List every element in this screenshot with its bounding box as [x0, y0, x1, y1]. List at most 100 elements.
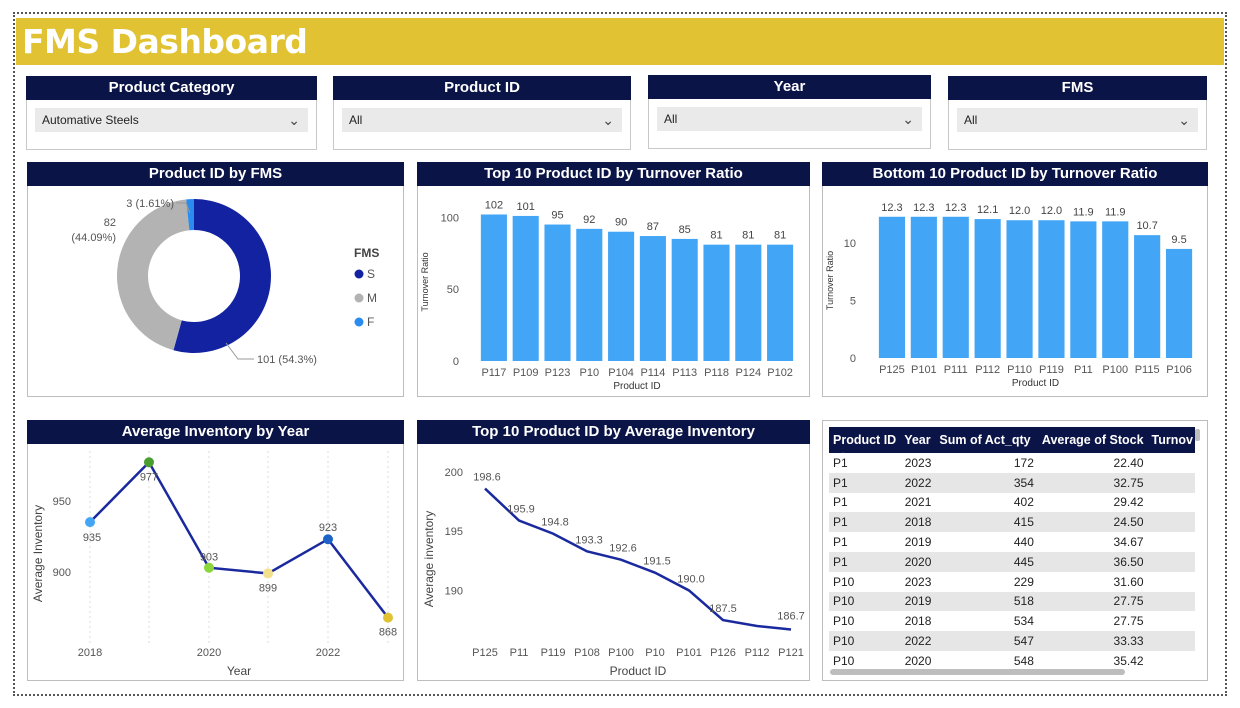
table-row[interactable]: P10 2019 518 27.75 [829, 591, 1195, 612]
y-tick-label: 195 [445, 526, 463, 538]
column-header-sum-act-qty[interactable]: Sum of Act_qty [935, 427, 1038, 453]
cell-turnover [1148, 532, 1195, 552]
data-point [263, 568, 273, 579]
avg-inventory-year-chart[interactable]: 900 950 Average Inventory 935 977 903 899 923 86… [28, 421, 403, 680]
bar-p104 [608, 231, 635, 361]
cell-average-stock: 32.75 [1037, 472, 1148, 493]
table-row[interactable]: P1 2018 415 24.50 [829, 512, 1195, 533]
bar-p115 [1134, 235, 1161, 358]
product-category-dropdown[interactable]: Automative Steels ⌄ [35, 108, 308, 132]
top10-turnover-panel: Top 10 Product ID by Turnover Ratio 0 50 1… [417, 162, 810, 397]
data-label: 899 [259, 582, 277, 594]
x-tick-label: P101 [911, 364, 937, 376]
bar-p125 [878, 216, 906, 358]
cell-year: 2022 [900, 472, 936, 493]
header-label: Average of Stock [1041, 433, 1144, 447]
cell-sum-act-qty: 229 [1013, 574, 1034, 589]
y-tick-label: 900 [53, 567, 71, 579]
cell-turnover [1147, 631, 1195, 651]
data-label: 87 [647, 221, 659, 233]
donut-data-label-m-pct: (44.09%) [71, 232, 116, 244]
x-tick-label: P126 [710, 647, 736, 659]
title-bar: FMS Dashboard [16, 18, 1224, 65]
x-axis-title: Product ID [613, 381, 660, 392]
table-row[interactable]: P1 2021 402 29.42 [829, 493, 1195, 513]
bar-p124 [735, 244, 762, 361]
product-id-dropdown[interactable]: All ⌄ [342, 108, 622, 132]
bar-p109 [512, 215, 539, 361]
data-point [144, 457, 154, 468]
bar-p119 [1038, 220, 1065, 358]
column-header-turnover[interactable]: Turnov [1147, 427, 1195, 453]
y-axis-title: Average inventory [422, 511, 436, 608]
table-row[interactable]: P10 2020 548 35.42 [829, 651, 1195, 671]
data-label: 12.1 [977, 204, 998, 216]
column-header-average-stock[interactable]: Average of Stock [1037, 427, 1148, 453]
data-label: 11.9 [1105, 206, 1126, 218]
bottom10-turnover-panel: Bottom 10 Product ID by Turnover Ratio 0… [822, 162, 1208, 397]
y-tick-label: 5 [850, 296, 856, 308]
data-label: 12.3 [945, 202, 966, 214]
x-tick-label: P102 [767, 367, 793, 379]
data-point [383, 612, 393, 623]
bottom10-turnover-chart[interactable]: 0 5 10 Turnover Ratio 12.3 P125 12.3 P101 12.3 P1… [823, 163, 1207, 396]
donut-chart-panel: Product ID by FMS 101 (54.3%) 82 (44.09%) 3… [27, 162, 404, 397]
data-point [323, 534, 333, 545]
bar-p111 [942, 216, 969, 358]
cell-product-id: P10 [829, 631, 901, 651]
cell-product-id: P1 [829, 512, 901, 533]
table-horizontal-scrollbar[interactable] [830, 669, 1125, 675]
series-line [89, 460, 389, 619]
table-row[interactable]: P1 2023 172 22.40 [829, 453, 1195, 473]
dropdown-value: All [349, 113, 363, 127]
cell-year: 2022 [900, 631, 936, 651]
legend-item-s: S [367, 267, 375, 281]
dropdown-value: All [664, 112, 678, 126]
table-vertical-scrollbar[interactable] [1195, 429, 1200, 441]
data-label: 12.3 [913, 202, 934, 214]
year-dropdown[interactable]: All ⌄ [657, 107, 922, 131]
column-header-year[interactable]: Year [900, 427, 936, 453]
cell-product-id: P1 [833, 495, 848, 510]
x-tick-label: P117 [481, 367, 506, 379]
data-label: 11.9 [1073, 206, 1094, 218]
table-row[interactable]: P1 2019 440 34.67 [829, 532, 1195, 552]
cell-turnover [1148, 572, 1195, 592]
cell-average-stock: 33.33 [1037, 631, 1148, 651]
table-row[interactable]: P1 2020 445 36.50 [829, 551, 1195, 572]
data-label: 9.5 [1171, 234, 1186, 246]
cell-turnover [1147, 512, 1195, 533]
data-label: 102 [485, 199, 503, 211]
top10-avg-inventory-panel: Top 10 Product ID by Average Inventory 1… [417, 420, 810, 681]
table-row[interactable]: P10 2022 547 33.33 [829, 631, 1195, 651]
dashboard-title: FMS Dashboard [22, 22, 308, 61]
dropdown-value: Automative Steels [42, 113, 139, 127]
cell-year: 2019 [904, 535, 932, 550]
donut-chart[interactable]: 101 (54.3%) 82 (44.09%) 3 (1.61%) FMS SMF [28, 163, 403, 396]
cell-turnover [1147, 591, 1195, 612]
column-header-product-id[interactable]: Product ID ▲ [829, 427, 901, 459]
header-label: Product ID [833, 433, 897, 447]
cell-year: 2019 [900, 591, 936, 612]
table-row[interactable]: P10 2023 229 31.60 [829, 572, 1195, 592]
donut-data-label-m: 82 [104, 217, 116, 229]
slicer-label: Product Category [26, 76, 317, 100]
data-label: 903 [200, 552, 218, 564]
x-tick-label: P104 [608, 367, 634, 379]
table-row[interactable]: P10 2018 534 27.75 [829, 611, 1195, 631]
legend-marker-f [354, 317, 364, 327]
x-tick-label: P109 [513, 367, 539, 379]
cell-product-id: P10 [829, 591, 901, 612]
bar-p102 [767, 244, 794, 361]
fms-dropdown[interactable]: All ⌄ [957, 108, 1198, 132]
y-axis-title: Turnover Ratio [825, 251, 835, 310]
chevron-down-icon: ⌄ [902, 111, 914, 127]
x-tick-label: P124 [735, 367, 761, 379]
bar-p113 [671, 238, 698, 361]
data-table: Product ID ▲ Year Sum of Act_qty Average … [829, 427, 1195, 671]
x-tick-label: P101 [676, 647, 702, 659]
table-row[interactable]: P1 2022 354 32.75 [829, 472, 1195, 493]
top10-avg-inventory-chart[interactable]: 190 195 200 Average inventory 198.6 195.9 194.… [418, 421, 809, 680]
x-axis-title: Year [227, 664, 251, 678]
top10-turnover-chart[interactable]: 0 50 100 Turnover Ratio 102 P117 101 P109 95 P123… [418, 163, 809, 396]
